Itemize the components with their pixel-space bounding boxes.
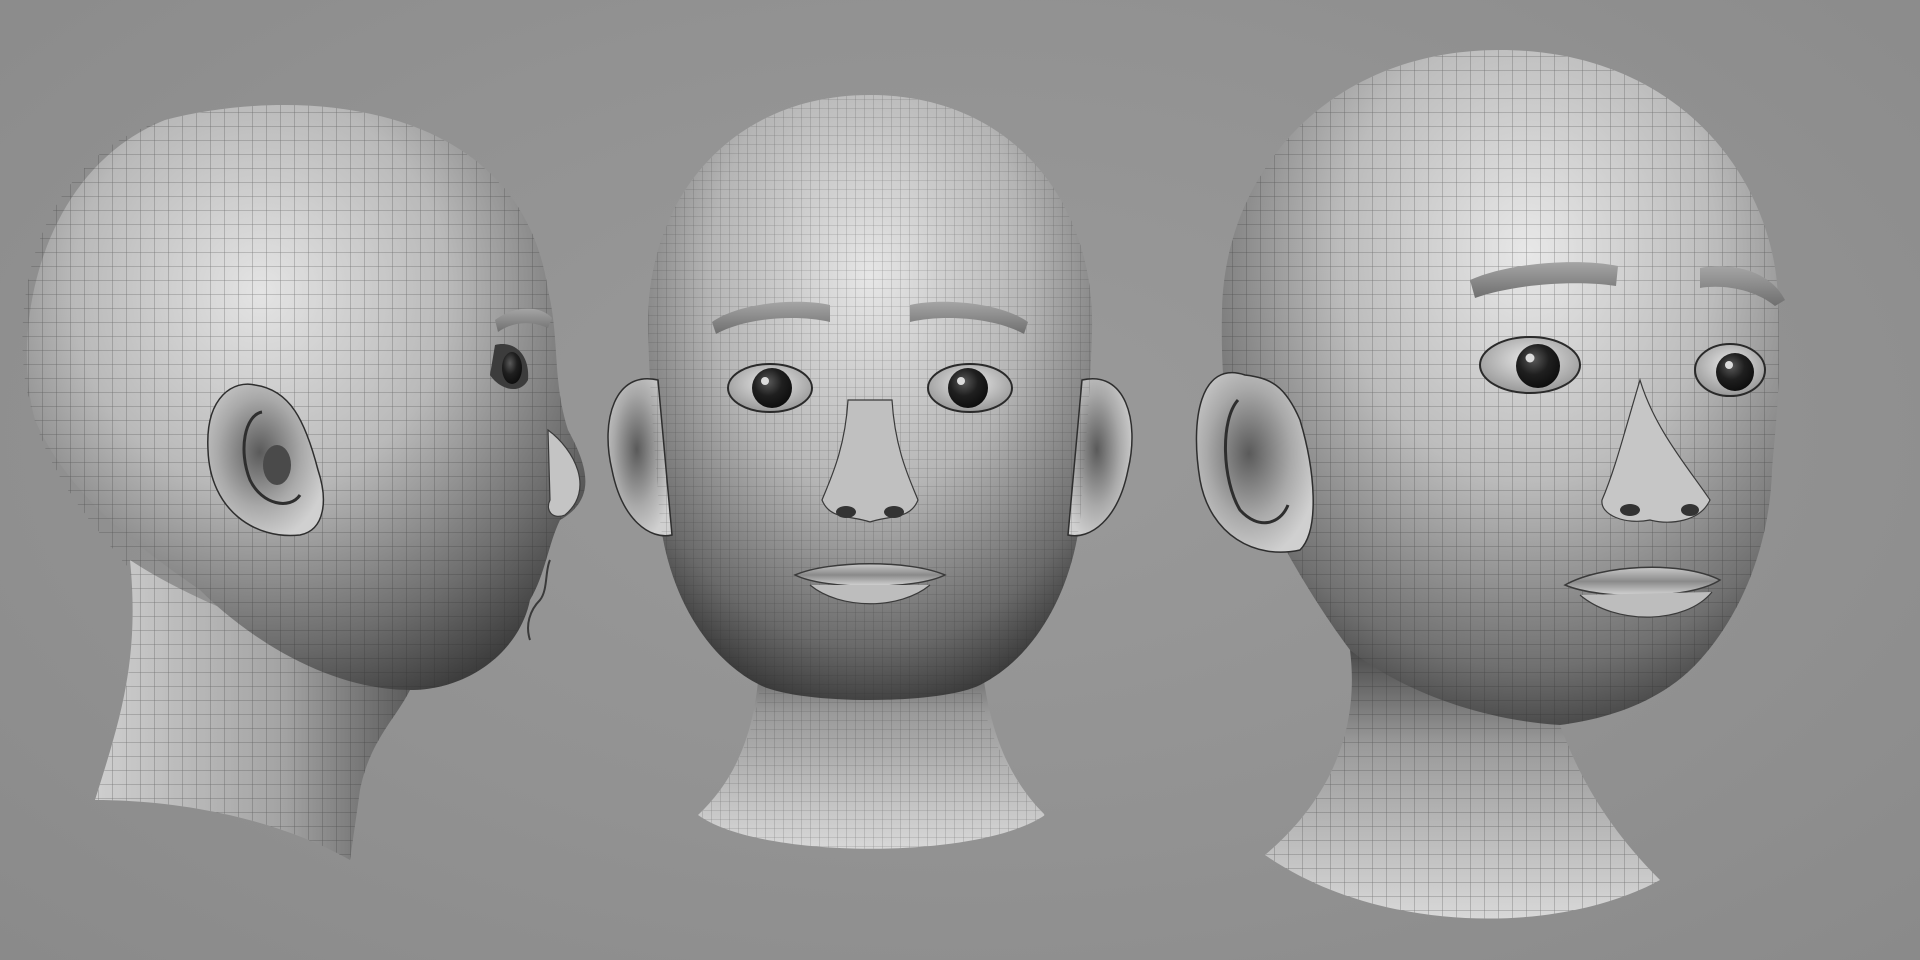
front-view-head: [607, 95, 1133, 849]
viewport: [0, 0, 1920, 960]
render-canvas: [22, 50, 1785, 919]
three-quarter-view-head: [1195, 50, 1785, 919]
side-view-head: [22, 105, 586, 861]
